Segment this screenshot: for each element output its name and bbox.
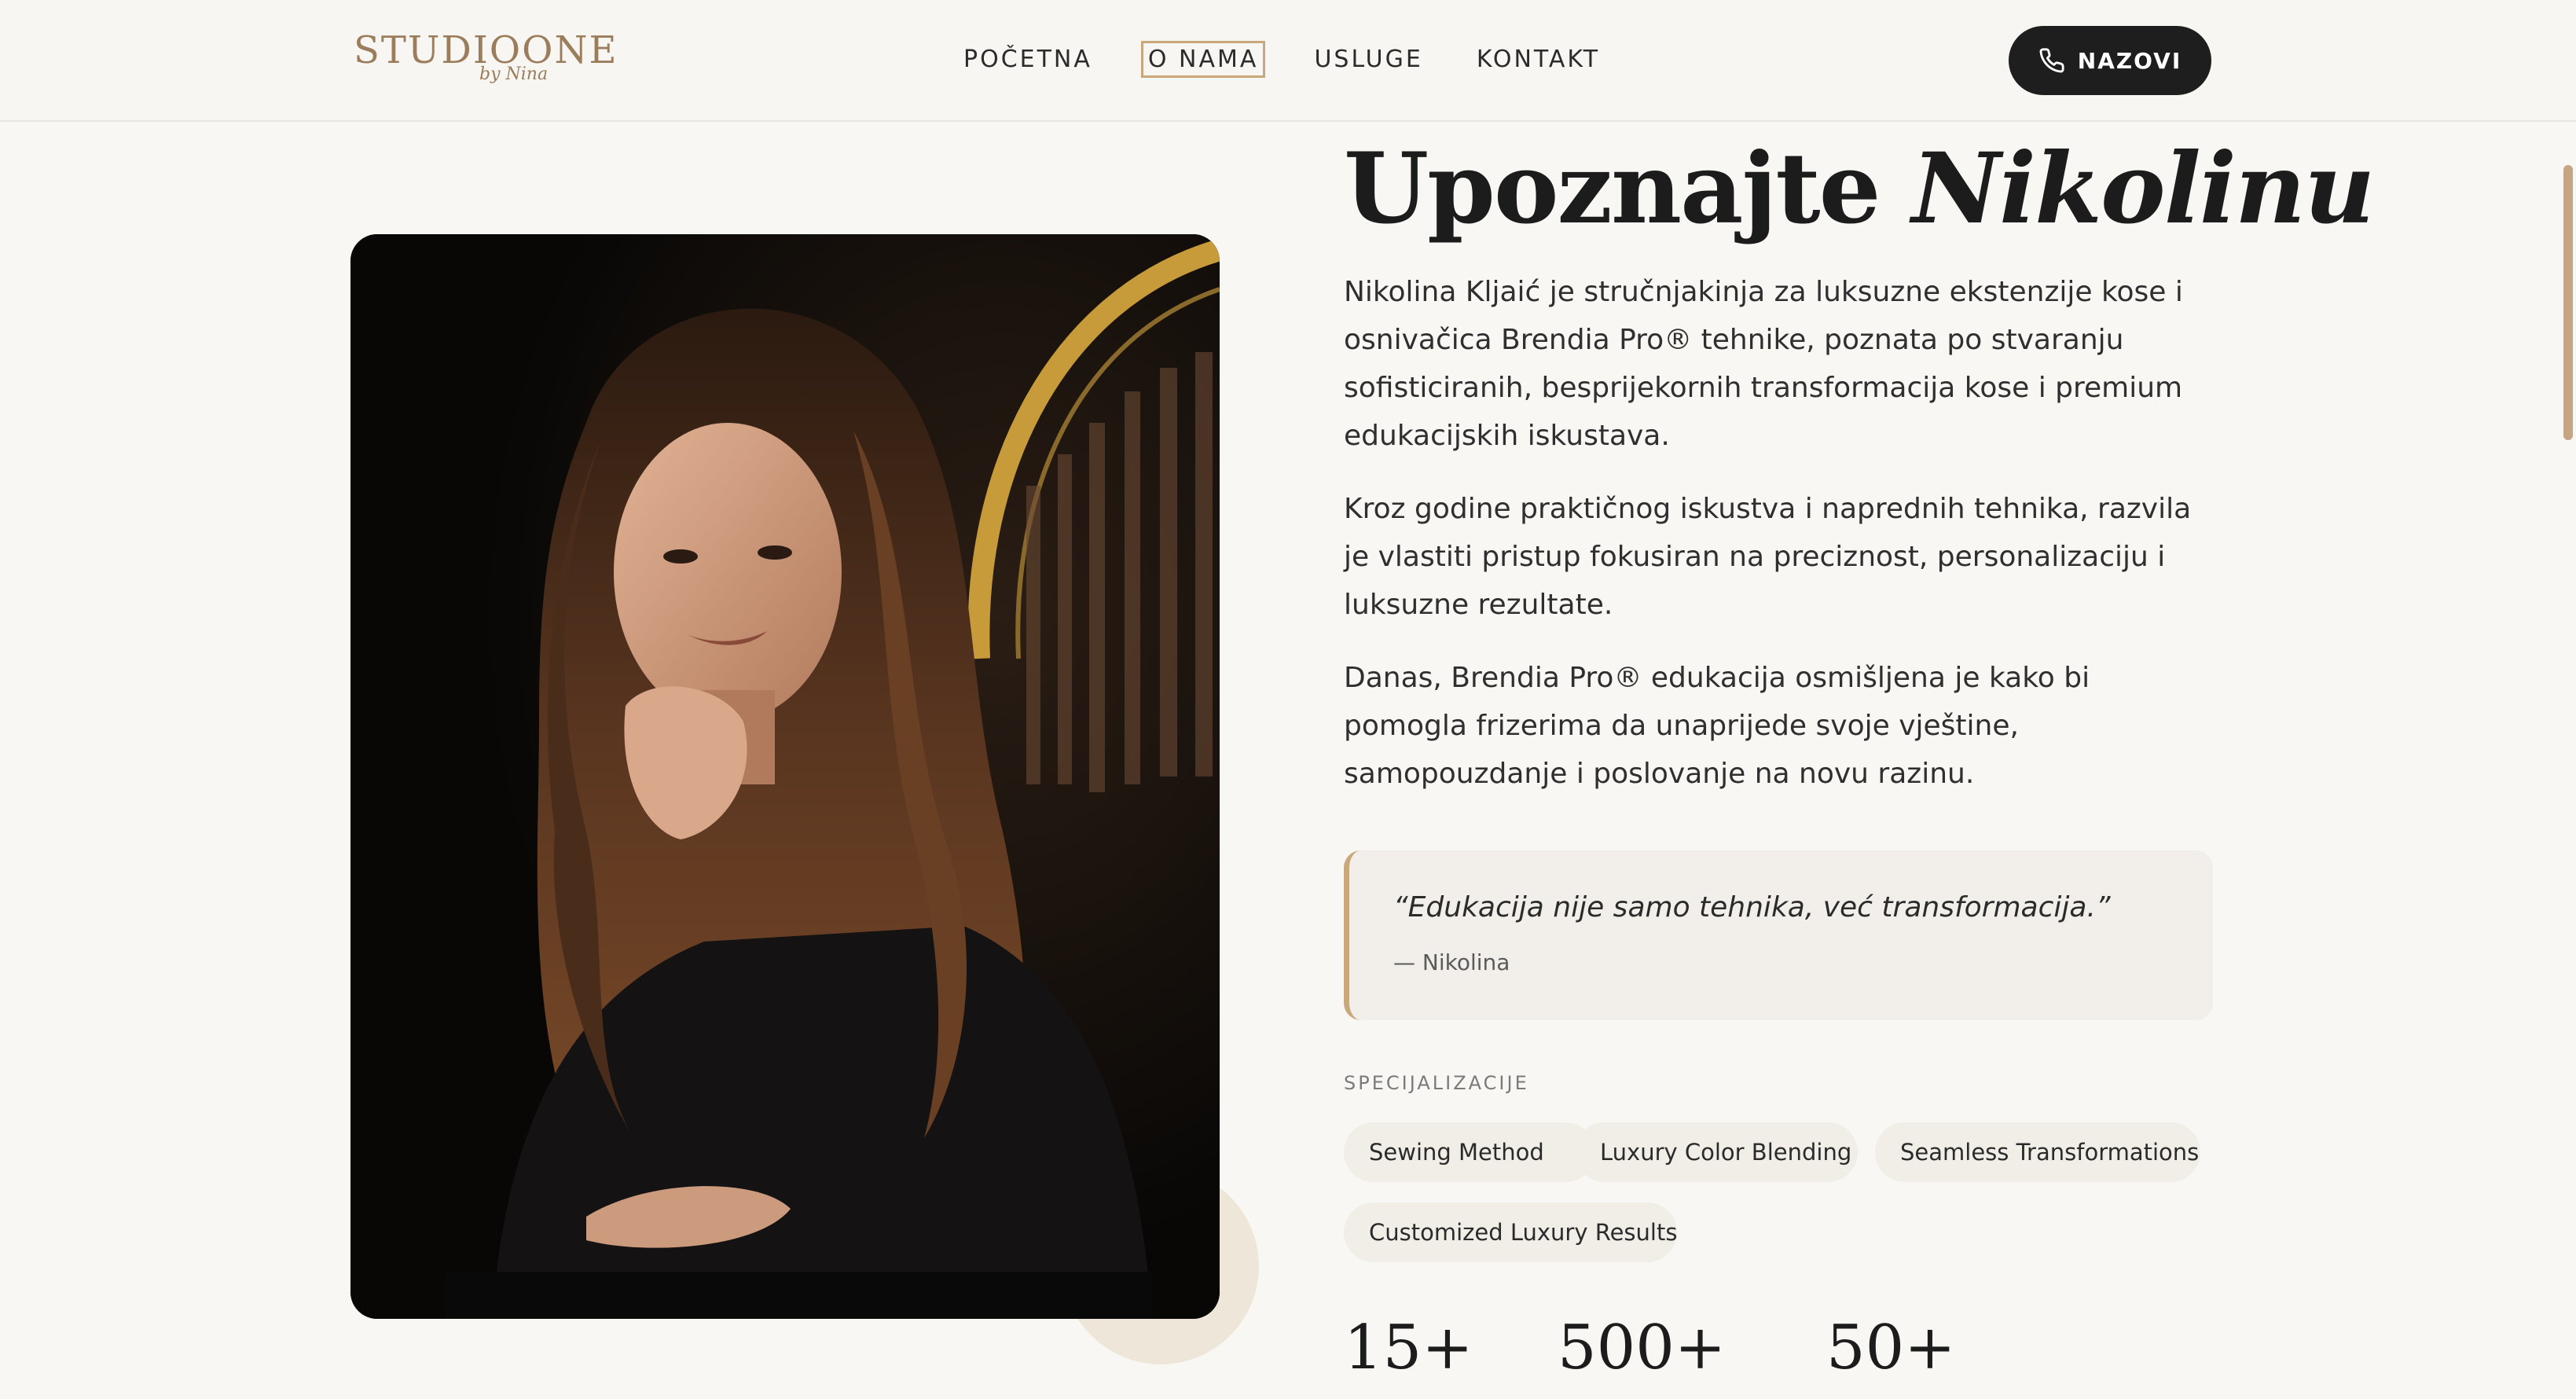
stat-value: 500+: [1558, 1313, 1727, 1383]
nav-item-usluge[interactable]: USLUGE: [1309, 42, 1427, 76]
specialization-tag: Customized Luxury Results: [1344, 1203, 1677, 1262]
page-title-italic: Nikolinu: [1911, 132, 2376, 246]
nav-item-o-nama[interactable]: O NAMA: [1140, 41, 1266, 78]
logo[interactable]: STUDIOONE by Nina: [354, 27, 617, 94]
stat-value: 15+: [1344, 1313, 1473, 1383]
specialization-tag: Seamless Transformations: [1875, 1122, 2200, 1182]
quote-text: “Edukacija nije samo tehnika, već transf…: [1393, 891, 2111, 923]
specialization-tag: Sewing Method: [1344, 1122, 1595, 1182]
nav-item-kontakt[interactable]: KONTAKT: [1472, 42, 1605, 76]
logo-sub-text: by Nina: [479, 64, 549, 84]
stat-value: 50+: [1826, 1313, 1956, 1383]
specialization-tag: Luxury Color Blending: [1575, 1122, 1858, 1182]
bio-paragraph-1: Nikolina Kljaić je stručnjakinja za luks…: [1344, 276, 2183, 452]
page: STUDIOONE by Nina POČETNA O NAMA USLUGE …: [0, 0, 2576, 1399]
specializations-label: SPECIJALIZACIJE: [1344, 1072, 1529, 1094]
nav-item-pocetna[interactable]: POČETNA: [959, 42, 1097, 76]
page-title-plain: Upoznajte: [1344, 132, 1881, 246]
quote-block: “Edukacija nije samo tehnika, već transf…: [1344, 850, 2213, 1020]
phone-icon: [2039, 48, 2064, 73]
call-button[interactable]: NAZOVI: [2009, 26, 2211, 95]
scrollbar-thumb[interactable]: [2563, 165, 2573, 440]
bio-paragraph-2: Kroz godine praktičnog iskustva i napred…: [1344, 493, 2192, 621]
portrait-photo: [350, 234, 1220, 1319]
main-nav: POČETNA O NAMA USLUGE KONTAKT: [959, 41, 1649, 78]
quote-author: — Nikolina: [1393, 949, 1510, 975]
bio-paragraph-3: Danas, Brendia Pro® edukacija osmišljena…: [1344, 662, 2090, 790]
call-button-label: NAZOVI: [2077, 47, 2182, 74]
page-title: Upoznajte Nikolinu: [1344, 132, 2376, 246]
site-header: STUDIOONE by Nina POČETNA O NAMA USLUGE …: [0, 0, 2576, 122]
